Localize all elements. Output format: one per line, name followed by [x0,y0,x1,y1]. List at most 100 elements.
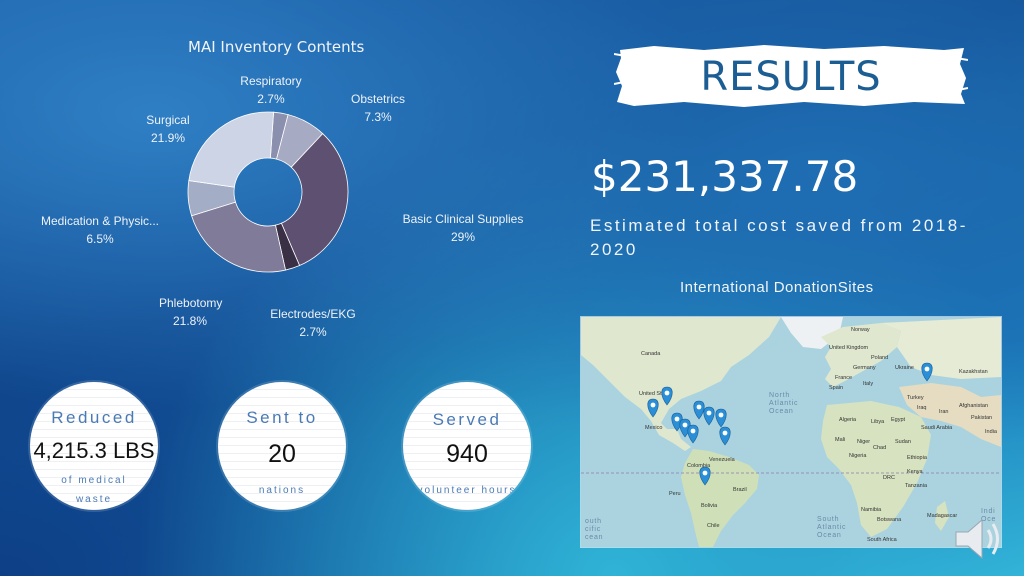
slice-category: Surgical [146,113,190,127]
stat-circle-served: Served 940 volunteer hours [403,382,531,510]
slice-value: 21.8% [172,314,208,328]
stat-value: 940 [446,440,488,468]
stat-circle-reduced: Reduced 4,215.3 LBS of medical waste [30,382,158,510]
slice-category: Basic Clinical Supplies [402,212,524,226]
map-label-egypt: Egypt [891,417,906,423]
map-label-botswana: Botswana [877,517,902,523]
slice-value: 7.3% [364,110,392,124]
map-label-turkey: Turkey [907,395,924,401]
map-label-germany: Germany [853,365,876,371]
map-label-mexico: Mexico [645,425,662,431]
slice-label-surgical: Surgical 21.9% [143,111,193,147]
map-label-canada: Canada [641,351,661,357]
slice-category: Respiratory [240,74,302,88]
slice-value: 2.7% [299,325,327,339]
stat-circle-sent-to: Sent to 20 nations [218,382,346,510]
map-label-drc: DRC [883,475,895,481]
map-label-poland: Poland [871,355,888,361]
slice-category: Phlebotomy [159,296,223,310]
map-pin-center [718,412,724,418]
map-label-kazakhstan: Kazakhstan [959,369,988,375]
stat-value: 20 [268,440,296,468]
map-label-norway: Norway [851,327,870,333]
map-label-niger: Niger [857,439,870,445]
map-label-spain: Spain [829,385,843,391]
slice-label-medication-physic: Medication & Physic... 6.5% [32,212,168,248]
map-label-united-kingdom: United Kingdom [829,345,869,351]
map-label-peru: Peru [669,491,681,497]
map-label-mali: Mali [835,437,845,443]
stat-value: 4,215.3 LBS [33,438,155,463]
donation-sites-map[interactable]: Norway United Kingdom Poland Germany Ukraine… [580,316,1002,548]
map-ocean-label: North [769,392,790,399]
map-pin-center [690,428,696,434]
speaker-icon[interactable] [950,514,1006,564]
map-label-france: France [835,375,852,381]
map-title: International DonationSites [680,279,874,296]
saved-description: Estimated total cost saved from 2018-202… [590,216,968,259]
map-label-ukraine: Ukraine [895,365,914,371]
stat-subtext: volunteer hours [417,485,517,496]
stat-subtext: nations [258,485,306,496]
slice-phlebotomy [191,201,286,273]
map-ocean-label: Ocean [817,532,842,539]
map-pin-center [674,416,680,422]
map-ocean-label: Atlantic [769,400,798,407]
stat-heading: Reduced [51,408,137,427]
stat-subtext-2: waste [75,494,113,505]
slice-category: Obstetrics [350,92,405,106]
map-pin-center [706,410,712,416]
slice-label-basic-clinical-supplies: Basic Clinical Supplies 29% [392,210,535,246]
map-pin-center [664,390,670,396]
map-label-ethiopia: Ethiopia [907,455,928,461]
stat-subtext: of medical [61,475,127,486]
map-label-algeria: Algeria [839,417,857,423]
map-ocean-label: Atlantic [817,524,846,531]
map-label-iran: Iran [939,409,948,415]
map-pin-center [924,366,930,372]
map-label-iraq: Iraq [917,405,926,411]
map-label-tanzania: Tanzania [905,483,928,489]
map-pin-center [682,422,688,428]
map-label-india: India [985,429,998,435]
map-pin-center [650,402,656,408]
slice-value: 2.7% [257,92,285,106]
map-pin-center [696,404,702,410]
map-ocean-label: Ocean [769,408,794,415]
map-ocean-label: cific [585,526,601,533]
map-label-south-africa: South Africa [867,537,898,543]
map-ocean-label: South [817,516,839,523]
map-label-libya: Libya [871,419,885,425]
slice-category: Electrodes/EKG [270,307,356,321]
stat-heading: Sent to [246,408,318,427]
slice-value: 29% [450,230,475,244]
map-ocean-label: outh [585,518,602,525]
map-label-afghanistan: Afghanistan [959,403,988,409]
map-label-brazil: Brazil [733,487,747,493]
map-label-bolivia: Bolivia [701,503,718,509]
slice-label-phlebotomy: Phlebotomy 21.8% [159,294,223,330]
slice-label-respiratory: Respiratory 2.7% [237,72,305,108]
map-label-pakistan: Pakistan [971,415,992,421]
map-label-chad: Chad [873,445,886,451]
slice-label-electrodes-ekg: Electrodes/EKG 2.7% [270,305,357,341]
map-label-chile: Chile [707,523,720,529]
map-label-namibia: Namibia [861,507,882,513]
map-label-kenya: Kenya [907,469,924,475]
slice-value: 21.9% [150,131,185,145]
map-label-sudan: Sudan [895,439,911,445]
slice-surgical [188,111,275,188]
saved-amount: $231,337.78 [591,152,859,201]
map-pin-center [722,430,728,436]
map-pin-center [702,470,708,476]
map-ocean-label: cean [585,534,603,541]
results-heading: RESULTS [700,54,882,100]
slice-category: Medication & Physic... [40,214,160,228]
map-label-venezuela: Venezuela [709,457,736,463]
stat-heading: Served [432,410,502,429]
map-label-nigeria: Nigeria [849,453,867,459]
map-svg: Norway United KingdomPoland Germany Ukraine… [581,317,1001,547]
map-label-saudi-arabia: Saudi Arabia [921,425,953,431]
map-label-italy: Italy [863,381,873,387]
slice-label-obstetrics: Obstetrics 7.3% [347,90,409,126]
